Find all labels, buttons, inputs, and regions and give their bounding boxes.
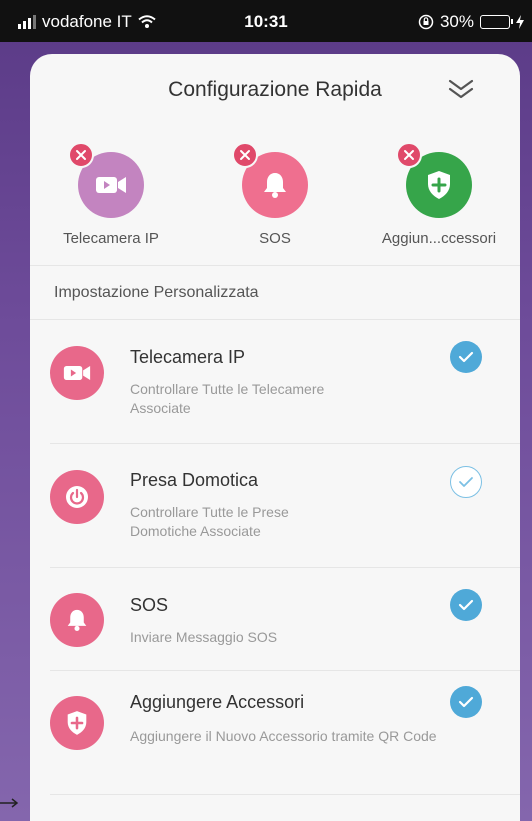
charging-icon: [516, 15, 524, 29]
power-icon: [66, 486, 88, 508]
camera-icon: [96, 177, 126, 193]
quick-item-label: Telecamera IP: [63, 230, 159, 247]
list-item-title: Aggiungere Accessori: [130, 692, 305, 712]
battery-icon: [480, 15, 513, 29]
remove-icon[interactable]: [68, 142, 94, 168]
list-item-sos[interactable]: SOS Inviare Messaggio SOS: [50, 568, 520, 671]
status-right: 30%: [418, 12, 524, 32]
bell-icon: [67, 609, 87, 631]
status-bar: vodafone IT 10:31 30%: [0, 0, 532, 42]
collapse-chevrons-icon[interactable]: [446, 74, 476, 104]
quick-item-label: SOS: [259, 230, 291, 247]
remove-icon[interactable]: [232, 142, 258, 168]
checked-icon[interactable]: [450, 341, 482, 373]
list-item-icon: [50, 346, 104, 400]
list-item-title: Presa Domotica: [130, 470, 259, 490]
rotation-lock-icon: [418, 14, 434, 30]
quick-item-camera[interactable]: Telecamera IP: [36, 126, 186, 247]
quick-item-circle: [68, 142, 144, 218]
quick-item-label: Aggiun...ccessori: [381, 230, 497, 247]
unchecked-icon[interactable]: [450, 466, 482, 498]
list-item-title: SOS: [130, 595, 169, 615]
list-item-icon: [50, 593, 104, 647]
list-item-icon: [50, 696, 104, 750]
section-title: Impostazione Personalizzata: [30, 266, 520, 320]
checked-icon[interactable]: [450, 589, 482, 621]
shield-plus-icon: [428, 171, 450, 199]
quick-item-accessories[interactable]: Aggiun...ccessori: [364, 126, 514, 247]
quick-items-row: Telecamera IP SOS Aggiun...ccessori: [30, 126, 520, 266]
quick-item-sos[interactable]: SOS: [200, 126, 350, 247]
quick-config-sheet: Configurazione Rapida Telecamera IP SOS …: [30, 54, 520, 821]
battery-label: 30%: [439, 12, 474, 31]
shield-plus-icon: [67, 711, 87, 735]
bell-icon: [264, 173, 286, 198]
list-item-title: Telecamera IP: [130, 347, 246, 367]
list-item-icon: [50, 470, 104, 524]
remove-icon[interactable]: [396, 142, 422, 168]
arrow-right-icon: [0, 798, 19, 808]
list-item-accessories[interactable]: Aggiungere Accessori Aggiungere il Nuovo…: [50, 671, 520, 795]
list-item-camera[interactable]: Telecamera IP Controllare Tutte le Telec…: [50, 320, 520, 444]
list-item-socket[interactable]: Presa Domotica Controllare Tutte le Pres…: [50, 444, 520, 568]
list-item-desc: Inviare Messaggio SOS: [130, 629, 278, 645]
quick-item-circle: [232, 142, 308, 218]
list-item-desc: Aggiungere il Nuovo Accessorio tramite Q…: [130, 728, 437, 744]
checked-icon[interactable]: [450, 686, 482, 718]
list-item-desc: Controllare Tutte le Telecamere Associat…: [130, 381, 325, 416]
sheet-header: Configurazione Rapida: [30, 54, 520, 126]
quick-item-circle: [396, 142, 472, 218]
camera-icon: [63, 366, 91, 380]
list-item-desc: Controllare Tutte le Prese Domotiche Ass…: [130, 504, 289, 539]
